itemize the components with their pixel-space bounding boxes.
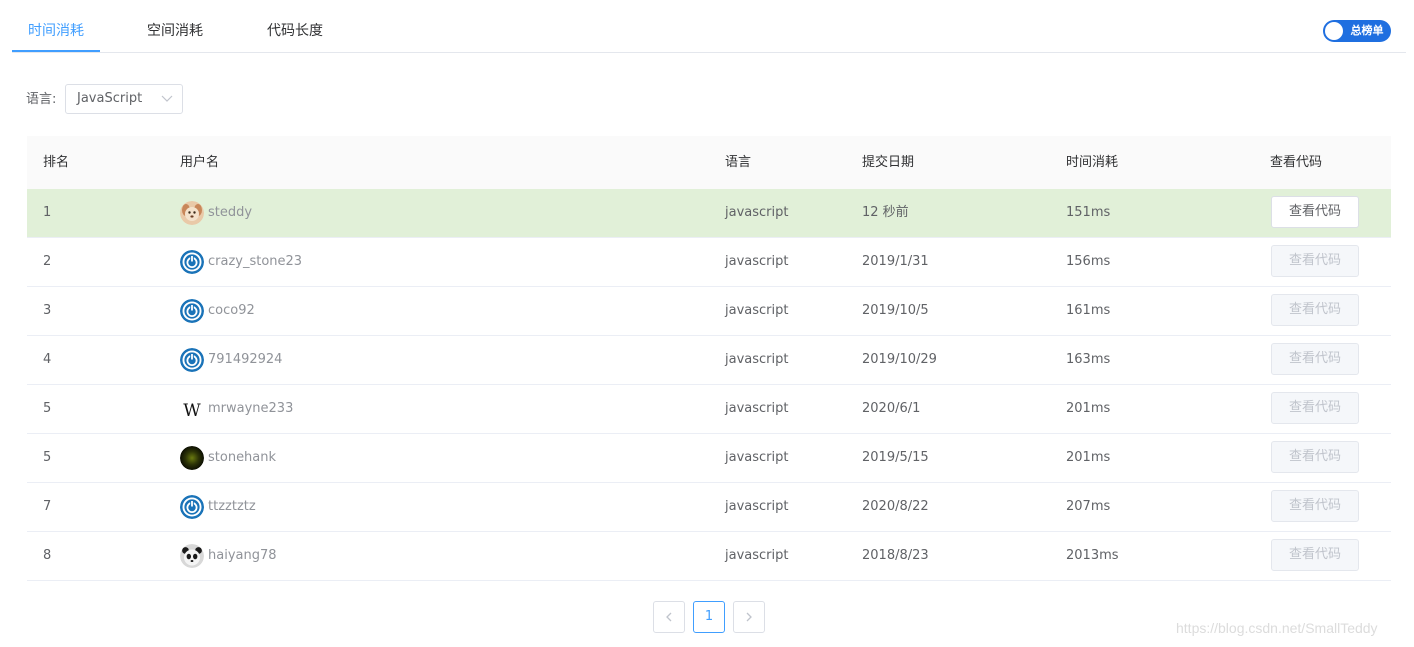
chevron-right-icon [746, 612, 752, 622]
panda-avatar-icon [180, 544, 204, 568]
cell-submit-date: 2019/5/15 [862, 450, 929, 465]
table-row: 5 stonehank javascript 2019/5/15 201ms 查看代码 [27, 434, 1391, 483]
cell-submit-date: 2019/10/29 [862, 352, 937, 367]
cell-submit-date: 2018/8/23 [862, 548, 929, 563]
tab-code-length[interactable]: 代码长度 [251, 0, 339, 52]
header-submit-date: 提交日期 [862, 155, 915, 170]
chevron-left-icon [666, 612, 672, 622]
cell-language: javascript [725, 401, 789, 416]
table-row: 3 coco92 javascript 2019/10/5 161ms 查看代码 [27, 287, 1391, 336]
language-select-value: JavaScript [77, 91, 143, 106]
cell-rank: 8 [43, 548, 52, 563]
cell-username: steddy [208, 205, 253, 220]
power-avatar-icon [180, 495, 204, 519]
view-code-button[interactable]: 查看代码 [1271, 196, 1359, 228]
view-code-button[interactable]: 查看代码 [1271, 392, 1359, 424]
cell-time-cost: 201ms [1066, 401, 1111, 416]
cell-time-cost: 156ms [1066, 254, 1111, 269]
switch-knob [1325, 22, 1343, 40]
cell-language: javascript [725, 303, 789, 318]
header-username: 用户名 [180, 155, 220, 170]
dog-avatar-icon [180, 201, 204, 225]
table-header: 排名 用户名 语言 提交日期 时间消耗 查看代码 [27, 136, 1391, 189]
table-row: 8 haiyang78 javascript 2018/8/23 2013ms 查看代码 [27, 532, 1391, 581]
view-code-button[interactable]: 查看代码 [1271, 343, 1359, 375]
cell-time-cost: 161ms [1066, 303, 1111, 318]
overall-ranking-switch[interactable]: 总榜单 [1323, 20, 1391, 42]
cell-username: mrwayne233 [208, 401, 294, 416]
cell-language: javascript [725, 254, 789, 269]
cell-time-cost: 2013ms [1066, 548, 1119, 563]
cell-username: crazy_stone23 [208, 254, 303, 269]
table-row: 4 791492924 javascript 2019/10/29 163ms 查看代码 [27, 336, 1391, 385]
cell-username: stonehank [208, 450, 277, 465]
page-button-current[interactable]: 1 [693, 601, 725, 633]
cell-username: ttzztztz [208, 499, 256, 514]
header-view-code: 查看代码 [1270, 155, 1323, 170]
power-avatar-icon [180, 348, 204, 372]
cell-time-cost: 163ms [1066, 352, 1111, 367]
view-code-button[interactable]: 查看代码 [1271, 294, 1359, 326]
cell-rank: 7 [43, 499, 52, 514]
cell-rank: 1 [43, 205, 52, 220]
table-body: 1 steddy javascript 12 秒前 151ms 查看代码 2 crazy_st… [27, 189, 1391, 581]
view-code-button[interactable]: 查看代码 [1271, 539, 1359, 571]
cell-rank: 4 [43, 352, 52, 367]
cell-rank: 5 [43, 450, 52, 465]
dark-orb-avatar-icon [180, 446, 204, 470]
cell-username: coco92 [208, 303, 255, 318]
cell-language: javascript [725, 548, 789, 563]
header-time-cost: 时间消耗 [1066, 155, 1119, 170]
cell-time-cost: 207ms [1066, 499, 1111, 514]
cell-language: javascript [725, 450, 789, 465]
cell-submit-date: 2019/1/31 [862, 254, 929, 269]
next-page-button[interactable] [733, 601, 765, 633]
cell-language: javascript [725, 499, 789, 514]
cell-rank: 2 [43, 254, 52, 269]
leaderboard-table: 排名 用户名 语言 提交日期 时间消耗 查看代码 1 steddy javascri… [27, 136, 1391, 581]
cell-time-cost: 151ms [1066, 205, 1111, 220]
switch-label: 总榜单 [1350, 24, 1384, 37]
cell-submit-date: 2020/6/1 [862, 401, 921, 416]
tab-space-cost[interactable]: 空间消耗 [131, 0, 219, 52]
cell-username: 791492924 [208, 352, 283, 367]
power-avatar-icon [180, 250, 204, 274]
tab-time-cost[interactable]: 时间消耗 [12, 0, 100, 52]
cell-submit-date: 2019/10/5 [862, 303, 929, 318]
header-language: 语言 [725, 155, 752, 170]
watermark: https://blog.csdn.net/SmallTeddy [1176, 620, 1378, 636]
table-row: 2 crazy_stone23 javascript 2019/1/31 156ms 查看… [27, 238, 1391, 287]
tab-bar: 时间消耗 空间消耗 代码长度 [12, 0, 1406, 53]
view-code-button[interactable]: 查看代码 [1271, 490, 1359, 522]
cell-submit-date: 2020/8/22 [862, 499, 929, 514]
svg-text:W: W [183, 401, 201, 421]
cell-username: haiyang78 [208, 548, 277, 563]
cell-rank: 5 [43, 401, 52, 416]
prev-page-button[interactable] [653, 601, 685, 633]
chevron-down-icon [160, 91, 174, 105]
table-row: 7 ttzztztz javascript 2020/8/22 207ms 查看代码 [27, 483, 1391, 532]
table-row: 1 steddy javascript 12 秒前 151ms 查看代码 [27, 189, 1391, 238]
cell-rank: 3 [43, 303, 52, 318]
view-code-button[interactable]: 查看代码 [1271, 245, 1359, 277]
cell-language: javascript [725, 205, 789, 220]
w-letter-avatar-icon: W [180, 397, 204, 421]
language-filter-label: 语言: [26, 92, 57, 107]
cell-time-cost: 201ms [1066, 450, 1111, 465]
cell-language: javascript [725, 352, 789, 367]
power-avatar-icon [180, 299, 204, 323]
cell-submit-date: 12 秒前 [862, 205, 909, 220]
language-select[interactable]: JavaScript [65, 84, 183, 114]
table-row: 5 Wmrwayne233 javascript 2020/6/1 201ms 查看代码 [27, 385, 1391, 434]
header-rank: 排名 [43, 155, 70, 170]
active-tab-indicator [12, 50, 100, 52]
view-code-button[interactable]: 查看代码 [1271, 441, 1359, 473]
